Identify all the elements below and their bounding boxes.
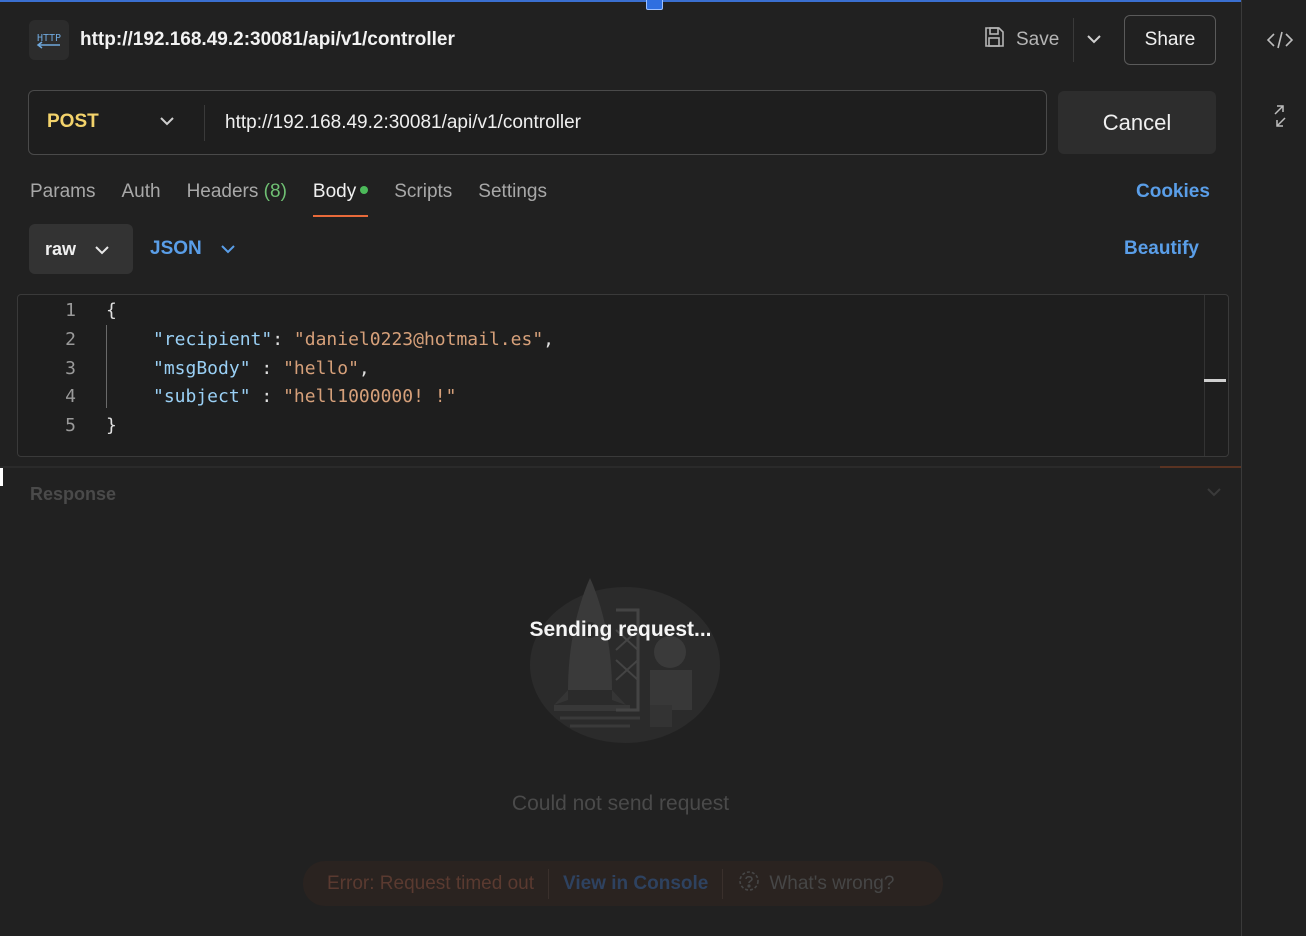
tab-body[interactable]: Body	[312, 181, 369, 217]
tab-settings[interactable]: Settings	[478, 181, 547, 217]
scrollbar-thumb[interactable]	[1204, 379, 1226, 382]
divider	[204, 105, 205, 141]
url-input[interactable]: http://192.168.49.2:30081/api/v1/control…	[225, 112, 581, 134]
status-dot	[360, 186, 369, 194]
code-icon[interactable]	[1266, 26, 1294, 54]
save-icon	[982, 25, 1006, 55]
chevron-down-icon[interactable]	[159, 111, 175, 136]
right-sidebar	[1241, 0, 1306, 936]
chevron-down-icon	[1086, 31, 1102, 49]
window-drag-handle[interactable]	[646, 0, 663, 10]
pane-divider[interactable]	[0, 466, 1241, 468]
headers-count: (8)	[263, 181, 287, 202]
collapse-icon[interactable]	[1266, 102, 1294, 130]
save-options-button[interactable]	[1073, 18, 1113, 62]
help-icon	[737, 869, 761, 899]
body-editor[interactable]: 1 { 2 "recipient": "daniel0223@hotmail.e…	[17, 294, 1229, 457]
response-label: Response	[30, 484, 117, 504]
language-label: JSON	[150, 238, 202, 259]
view-console-link[interactable]: View in Console	[563, 873, 708, 895]
beautify-button[interactable]: Beautify	[1124, 238, 1199, 260]
cookies-link[interactable]: Cookies	[1136, 181, 1210, 203]
body-mode-select[interactable]: raw	[29, 224, 133, 274]
language-select[interactable]: JSON	[150, 238, 236, 260]
tab-scripts[interactable]: Scripts	[394, 181, 452, 217]
chevron-down-icon[interactable]	[1206, 484, 1222, 502]
empty-state-message: Could not send request	[511, 792, 730, 815]
body-mode-label: raw	[45, 238, 77, 259]
text-cursor	[0, 466, 3, 486]
whats-wrong-link[interactable]: What's wrong?	[737, 869, 894, 899]
editor-scrollbar[interactable]	[1204, 295, 1228, 456]
url-bar: POST http://192.168.49.2:30081/api/v1/co…	[28, 90, 1047, 155]
sending-status: Sending request...	[529, 618, 712, 641]
method-select[interactable]: POST	[47, 111, 99, 133]
error-banner: Error: Request timed out View in Console…	[303, 861, 943, 906]
request-tabs: Params Auth Headers (8) Body Scripts Set…	[30, 181, 573, 217]
save-label: Save	[1016, 29, 1060, 50]
request-title[interactable]: http://192.168.49.2:30081/api/v1/control…	[80, 29, 455, 51]
save-button[interactable]: Save	[982, 24, 1059, 56]
chevron-down-icon	[94, 239, 110, 260]
chevron-down-icon	[220, 238, 236, 260]
error-text: Error: Request timed out	[327, 872, 534, 894]
http-icon: HTTP	[29, 20, 69, 60]
share-button[interactable]: Share	[1124, 15, 1216, 65]
tab-auth[interactable]: Auth	[121, 181, 160, 217]
progress-indicator	[1160, 466, 1241, 468]
tab-headers[interactable]: Headers (8)	[187, 181, 287, 217]
top-accent-line	[0, 0, 1242, 2]
indent-guide	[106, 325, 107, 408]
cancel-button[interactable]: Cancel	[1058, 91, 1216, 154]
divider	[547, 868, 549, 899]
divider	[722, 868, 724, 899]
tab-params[interactable]: Params	[30, 181, 95, 217]
rocket-illustration	[520, 570, 730, 750]
